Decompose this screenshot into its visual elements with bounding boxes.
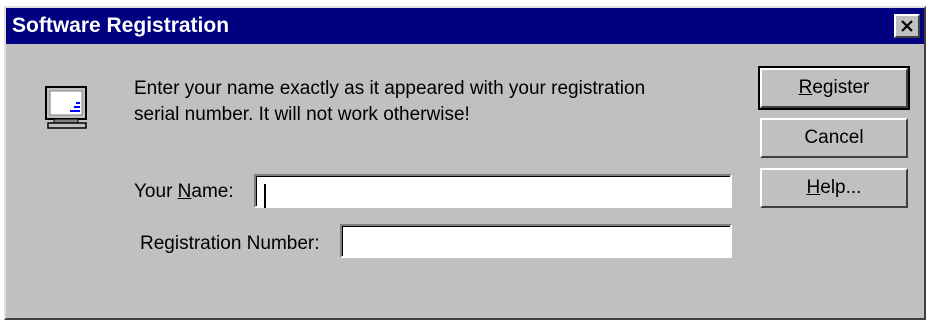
monitor-icon xyxy=(45,86,87,129)
register-button[interactable]: Register xyxy=(758,66,910,110)
name-field[interactable] xyxy=(254,174,732,208)
instruction-line-2: serial number. It will not work otherwis… xyxy=(134,104,470,125)
registration-number-label: Registration Number: xyxy=(140,233,320,254)
instruction-text: Enter your name exactly as it appeared w… xyxy=(134,76,734,128)
help-button[interactable]: Help... xyxy=(760,168,908,208)
name-label: Your Name: xyxy=(134,181,234,202)
title-bar[interactable]: Software Registration xyxy=(6,8,924,44)
text-caret xyxy=(264,184,266,208)
instruction-line-1: Enter your name exactly as it appeared w… xyxy=(134,78,646,99)
registration-number-field[interactable] xyxy=(340,224,732,258)
close-icon xyxy=(901,20,913,32)
close-button[interactable] xyxy=(894,14,920,38)
cancel-button[interactable]: Cancel xyxy=(760,118,908,158)
registration-dialog: Software Registration Enter your name ex… xyxy=(4,6,926,320)
window-title: Software Registration xyxy=(12,14,230,37)
